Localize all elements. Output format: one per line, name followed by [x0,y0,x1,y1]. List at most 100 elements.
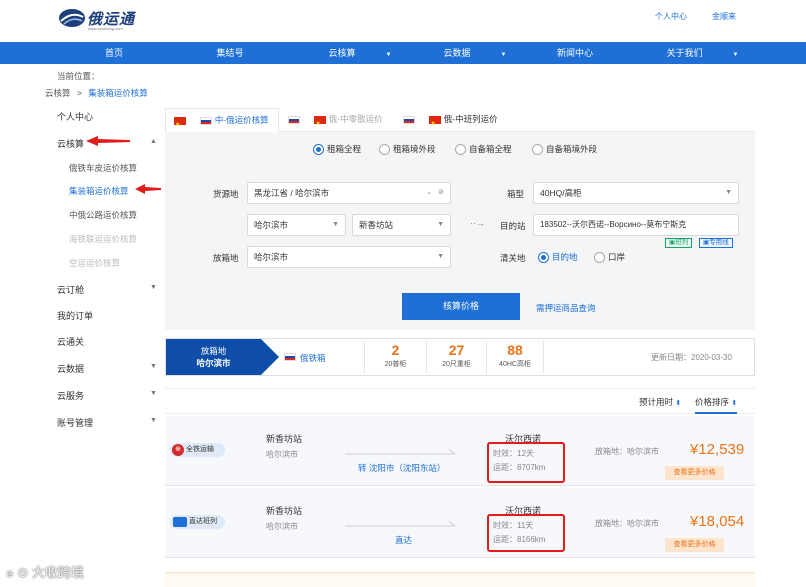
sort-icon: ⬍ [675,400,682,407]
sidebar-item-personal[interactable]: 个人中心 [57,110,93,123]
russia-flag-icon [284,353,296,361]
annotation-arrow-icon [86,136,130,146]
customs-label: 清关地 [500,253,526,263]
tab-russia-china-scattered[interactable]: 俄-中零散运价 [288,108,398,135]
from-station: 新香坊站 [266,434,303,444]
tab-russia-china-train[interactable]: 俄-中班列运价 [403,108,513,135]
russian-rail-box-label: 俄铁箱 [300,353,326,363]
watermark-text: 大收跨境 [31,565,84,580]
sidebar-item-account[interactable]: 账号管理 [57,416,93,429]
calculate-button[interactable]: 核算价格 [402,293,520,320]
return-place-block-label: 放箱地 [200,346,227,356]
nav-item-home-label: 首页 [104,48,123,58]
sidebar-subitem-road[interactable]: 中俄公路运价核算 [69,209,137,221]
chevron-down-icon: ▼ [437,221,444,228]
nav-item-cloud-accounting[interactable]: 云核算 ▼ [315,42,405,64]
radio-icon [313,144,324,156]
china-flag-icon [174,114,186,136]
origin-city-select[interactable]: 哈尔滨市 ▼ [247,214,346,236]
china-flag-icon [314,113,327,135]
sort-by-price-label: 价格排序 [695,397,730,407]
radio-customs-port[interactable]: 口岸 [594,251,626,264]
tab-china-russia[interactable]: 中-俄运价核算 [165,108,279,136]
nav-item-about-label: 关于我们 [666,48,703,58]
logo[interactable]: 俄运通 www.eyuntong.com [58,6,138,34]
direct-train-badge: 直达班列 [170,515,225,529]
sort-by-eta[interactable]: 预计用时 ⬍ [639,396,681,408]
summary-strip: 放箱地 哈尔滨市 俄铁箱 2 20普柜 27 20尺重柜 88 40HC高柜 更… [165,338,755,376]
calculation-form: 租箱全程 租箱境外段 自备箱全程 自备箱境外段 货源地 黑龙江省 / 哈尔滨市 … [165,132,755,330]
count-20heavy-label: 20尺重柜 [442,361,471,368]
box-type-label: 箱型 [507,189,525,199]
result-card[interactable]: ⊕ 全铁运输 新香坊站 哈尔滨市 转 沈阳市（沈阳东站） 沃尔西诺 时效：12天 … [165,416,755,486]
origin-station-value: 新香坊站 [359,220,394,230]
tab-bar: 中-俄运价核算 俄-中零散运价 俄-中班列运价 [165,108,755,136]
train-badge: ▣班列 [665,238,693,248]
sort-by-price[interactable]: 价格排序 ⬍ [695,396,738,414]
sidebar-item-booking[interactable]: 云订舱 [57,283,84,296]
return-place-value: 哈尔滨市 [254,252,289,262]
origin-select[interactable]: 黑龙江省 / 哈尔滨市 ⌄ ⊘ [247,182,451,204]
radio-rent-abroad[interactable]: 租箱境外段 [379,143,436,156]
sidebar-item-cloud-data[interactable]: 云数据 [57,362,84,375]
radio-own-abroad[interactable]: 自备箱境外段 [532,143,597,156]
radio-icon [538,252,549,264]
radio-full-rent[interactable]: 租箱全程 [313,143,362,156]
chevron-down-icon[interactable]: ▼ [150,417,157,424]
radio-customs-destination-label: 目的地 [552,252,578,262]
chevron-down-icon: ▼ [332,221,339,228]
sidebar-subitem-container[interactable]: 集装箱运价核算 [69,185,129,197]
route-line-icon [345,448,457,455]
more-prices-button[interactable]: 查看更多价格 [665,538,724,552]
price: ¥12,539 [690,441,745,458]
nav-item-cloud-data[interactable]: 云数据 ▼ [430,42,520,64]
radio-own-full[interactable]: 自备箱全程 [455,143,512,156]
user-name-link[interactable]: 金顺来 [712,11,736,22]
personal-center-link[interactable]: 个人中心 [655,11,687,22]
origin-station-select[interactable]: 新香坊站 ▼ [352,214,451,236]
sidebar-item-customs[interactable]: 云通关 [57,335,84,348]
radio-full-rent-label: 租箱全程 [327,144,362,154]
box-type-select[interactable]: 40HQ/高柜 ▼ [533,182,739,204]
update-date: 更新日期：2020-03-30 [651,353,732,362]
more-prices-button[interactable]: 查看更多价格 [665,466,724,480]
chevron-down-icon[interactable]: ▼ [150,284,157,291]
result-card[interactable]: 直达班列 新香坊站 哈尔滨市 直达 沃尔西诺 时效：11天 运距：8166km … [165,488,755,558]
russia-flag-icon [200,116,213,125]
deposit-goods-link[interactable]: 需押运商品查询 [536,302,596,314]
chevron-down-icon[interactable]: ▼ [150,363,157,370]
nav-item-assembly-label: 集结号 [216,48,244,58]
nav-item-assembly[interactable]: 集结号 [200,42,260,64]
radio-icon [594,252,605,264]
chevron-down-icon[interactable]: ▼ [150,390,157,397]
radio-customs-destination[interactable]: 目的地 [538,251,578,264]
sidebar-subitem-railcar[interactable]: 俄铁车皮运价核算 [69,162,137,174]
more-prices-button-label: 查看更多价格 [673,469,716,476]
breadcrumb-parent[interactable]: 云核算 [45,88,71,98]
count-40hc: 88 40HC高柜 [486,341,544,373]
logo-icon [59,9,85,27]
destination-value: 183502--沃尔西诺--Ворсино--莫布宁斯克 [540,220,687,229]
return-place: 放箱地：哈尔滨市 [595,519,659,528]
nav-item-home[interactable]: 首页 [88,42,140,64]
sidebar-item-cloud-accounting[interactable]: 云核算 [57,137,84,150]
nav-item-news[interactable]: 新闻中心 [545,42,605,64]
rail-badge: ⊕ 全铁运输 [170,443,225,457]
nav-item-about[interactable]: 关于我们 ▼ [655,42,750,64]
destination-input[interactable]: 183502--沃尔西诺--Ворсино--莫布宁斯克 [533,214,739,236]
radio-customs-port-label: 口岸 [608,252,626,262]
clear-icon[interactable]: ⊘ [438,183,444,203]
next-card-edge [165,572,755,587]
more-prices-button-label: 查看更多价格 [673,541,716,548]
return-place-select[interactable]: 哈尔滨市 ▼ [247,246,451,268]
logo-subtext: www.eyuntong.com [88,26,123,31]
price: ¥18,054 [690,513,745,530]
chevron-up-icon[interactable]: ▲ [150,138,157,145]
chevron-down-icon: ▼ [500,52,507,58]
train-icon [173,517,187,527]
sidebar-item-orders[interactable]: 我的订单 [57,309,93,322]
chevron-down-icon: ⌄ [426,189,432,196]
tab-russia-china-train-label: 俄-中班列运价 [443,114,498,124]
sidebar-item-services[interactable]: 云服务 [57,389,84,402]
chevron-right-shape [261,339,279,375]
